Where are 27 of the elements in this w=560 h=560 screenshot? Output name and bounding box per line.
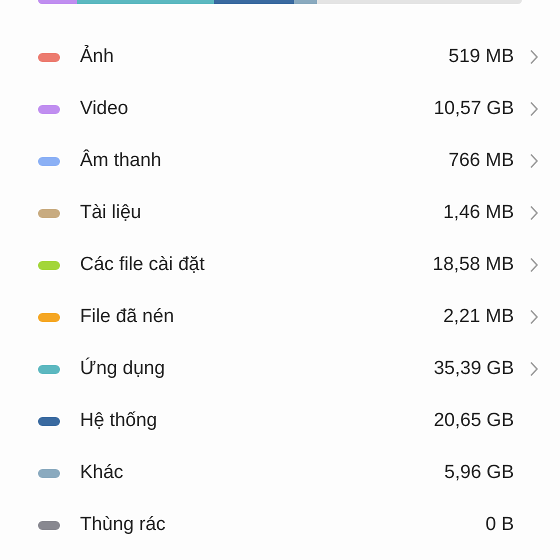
category-size: 20,65 GB (434, 408, 514, 433)
category-size: 35,39 GB (434, 356, 514, 381)
chevron-right-icon[interactable] (528, 101, 540, 117)
category-size: 10,57 GB (434, 96, 514, 121)
category-size: 2,21 MB (443, 304, 514, 329)
category-size: 766 MB (448, 148, 514, 173)
category-name[interactable]: Video (80, 94, 434, 124)
chevron-right-icon[interactable] (528, 257, 540, 273)
category-name: Khác (80, 460, 124, 485)
category-size: 519 MB (448, 44, 514, 69)
chevron-right-icon[interactable] (528, 361, 540, 377)
chevron-right-icon[interactable] (528, 309, 540, 325)
category-size: 5,96 GB (444, 460, 514, 485)
category-size: 0 B (485, 512, 514, 537)
category-size: 1,46 MB (443, 200, 514, 225)
chevron-right-icon[interactable] (528, 205, 540, 221)
category-name[interactable]: Ảnh (80, 42, 449, 72)
category-name[interactable]: Ứng dụng (80, 354, 434, 384)
category-name[interactable]: Các file cài đặt (80, 250, 433, 280)
category-size: 18,58 MB (432, 252, 514, 277)
chevron-right-icon[interactable] (528, 153, 540, 169)
category-name[interactable]: File đã nén (80, 302, 444, 332)
category-name[interactable]: Tài liệu (80, 198, 444, 228)
category-name: Hệ thống (80, 408, 158, 433)
category-name[interactable]: Âm thanh (80, 146, 449, 176)
category-name: Thùng rác (80, 512, 167, 537)
chevron-right-icon[interactable] (528, 49, 540, 65)
